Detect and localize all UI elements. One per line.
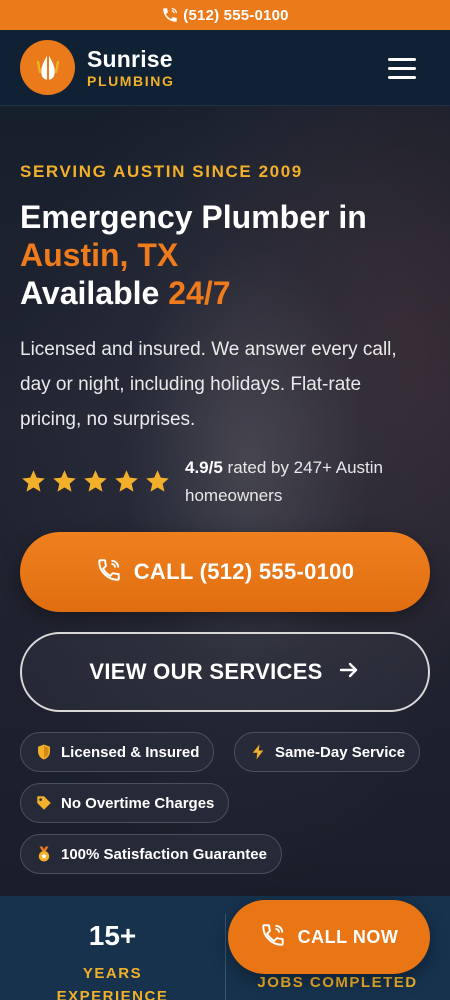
hero-section: SERVING AUSTIN SINCE 2009 Emergency Plum… <box>0 106 450 896</box>
logo-icon[interactable] <box>20 40 75 95</box>
bolt-icon <box>249 743 267 761</box>
star-icon <box>51 468 78 495</box>
rating-value: 4.9/5 <box>185 458 223 477</box>
call-button-label: CALL (512) 555-0100 <box>133 559 355 584</box>
hero-kicker: SERVING AUSTIN SINCE 2009 <box>20 162 303 181</box>
badge-label: Licensed & Insured <box>61 743 200 761</box>
shield-icon <box>35 743 53 761</box>
hero-heading: Emergency Plumber in Austin, TX Availabl… <box>20 198 367 312</box>
rating-text: 4.9/5 rated by 247+ Austin homeowners <box>185 454 430 510</box>
badge-same-day: Same-Day Service <box>234 732 421 772</box>
years-label: YEARS EXPERIENCE <box>0 962 225 1000</box>
hero-heading-available: Available <box>20 275 169 311</box>
years-label-line1: YEARS <box>82 965 143 982</box>
rating-row: 4.9/5 rated by 247+ Austin homeowners <box>20 454 430 510</box>
badge-label: No Overtime Charges <box>61 794 215 812</box>
services-button-label: VIEW OUR SERVICES <box>89 659 323 684</box>
arrow-right-icon <box>337 658 361 687</box>
call-now-floating-button[interactable]: CALL NOW <box>228 900 430 974</box>
star-rating <box>20 468 171 495</box>
hero-heading-247: 24/7 <box>168 275 231 311</box>
badge-label: Same-Day Service <box>275 743 406 761</box>
phone-icon <box>161 6 179 24</box>
medal-icon <box>35 845 53 863</box>
phone-icon <box>96 557 122 588</box>
star-icon <box>113 468 140 495</box>
badge-label: 100% Satisfaction Guarantee <box>61 845 267 863</box>
top-phone-bar[interactable]: (512) 555-0100 <box>0 0 450 30</box>
call-phone-button[interactable]: CALL (512) 555-0100 <box>20 532 430 612</box>
badge-licensed-insured: Licensed & Insured <box>20 732 215 772</box>
phone-icon <box>260 922 286 953</box>
view-services-button[interactable]: VIEW OUR SERVICES <box>20 632 430 712</box>
jobs-label: JOBS COMPLETED <box>257 974 418 991</box>
brand-subtitle: PLUMBING <box>87 72 175 89</box>
years-label-line2: EXPERIENCE <box>56 988 169 1000</box>
badge-satisfaction: 100% Satisfaction Guarantee <box>20 834 282 874</box>
site-header: Sunrise PLUMBING <box>0 30 450 106</box>
hero-heading-line1: Emergency Plumber in <box>20 199 367 235</box>
hamburger-menu-icon[interactable] <box>388 58 416 79</box>
star-icon <box>144 468 171 495</box>
star-icon <box>20 468 47 495</box>
hero-heading-city: Austin, TX <box>20 237 179 273</box>
hero-description: Licensed and insured. We answer every ca… <box>20 339 397 430</box>
brand-wordmark[interactable]: Sunrise PLUMBING <box>87 45 175 89</box>
tag-icon <box>35 794 53 812</box>
call-now-label: CALL NOW <box>297 926 399 947</box>
brand-name: Sunrise <box>87 45 173 72</box>
badge-no-overtime: No Overtime Charges <box>20 783 230 823</box>
top-phone-number[interactable]: (512) 555-0100 <box>183 7 288 24</box>
years-number: 15+ <box>88 920 137 951</box>
star-icon <box>82 468 109 495</box>
